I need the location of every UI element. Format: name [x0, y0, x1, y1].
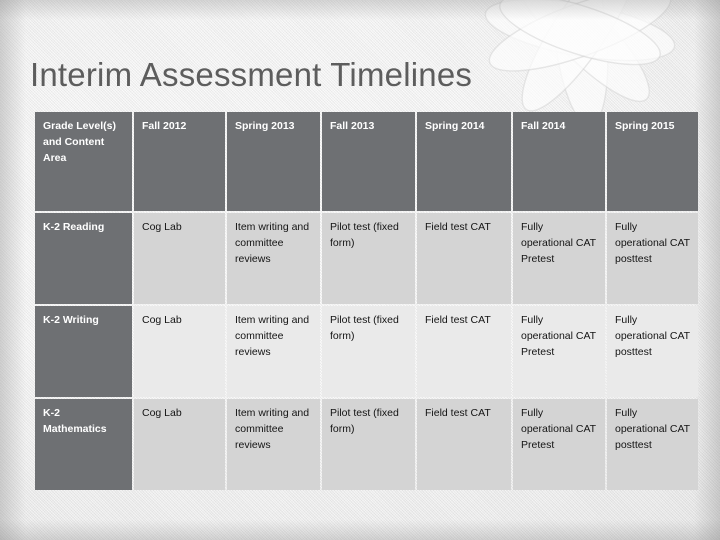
table-cell: Fully operational CAT posttest — [607, 399, 698, 490]
table-cell: Cog Lab — [134, 399, 225, 490]
table-cell: Item writing and committee reviews — [227, 213, 320, 304]
table-cell: Item writing and committee reviews — [227, 306, 320, 397]
column-header-spring-2014: Spring 2014 — [417, 112, 511, 211]
table-row: K-2 Mathematics Cog Lab Item writing and… — [35, 399, 698, 490]
column-header-spring-2015: Spring 2015 — [607, 112, 698, 211]
column-header-grade-level: Grade Level(s) and Content Area — [35, 112, 132, 211]
interim-assessment-timeline-table: Grade Level(s) and Content Area Fall 201… — [33, 110, 700, 492]
table-cell: Pilot test (fixed form) — [322, 399, 415, 490]
table-header: Grade Level(s) and Content Area Fall 201… — [35, 112, 698, 211]
row-header-k2-mathematics: K-2 Mathematics — [35, 399, 132, 490]
row-header-k2-writing: K-2 Writing — [35, 306, 132, 397]
table-body: K-2 Reading Cog Lab Item writing and com… — [35, 213, 698, 490]
table-cell: Cog Lab — [134, 306, 225, 397]
table-cell: Fully operational CAT posttest — [607, 306, 698, 397]
column-header-spring-2013: Spring 2013 — [227, 112, 320, 211]
table-cell: Pilot test (fixed form) — [322, 213, 415, 304]
table-cell: Fully operational CAT Pretest — [513, 399, 605, 490]
table-cell: Field test CAT — [417, 399, 511, 490]
table-row: K-2 Writing Cog Lab Item writing and com… — [35, 306, 698, 397]
row-header-k2-reading: K-2 Reading — [35, 213, 132, 304]
table-cell: Field test CAT — [417, 306, 511, 397]
slide-canvas: Interim Assessment Timelines Grade Level… — [0, 0, 720, 540]
page-title: Interim Assessment Timelines — [30, 56, 473, 93]
table-cell: Fully operational CAT Pretest — [513, 306, 605, 397]
column-header-fall-2013: Fall 2013 — [322, 112, 415, 211]
table-cell: Item writing and committee reviews — [227, 399, 320, 490]
table-cell: Cog Lab — [134, 213, 225, 304]
table-header-row: Grade Level(s) and Content Area Fall 201… — [35, 112, 698, 211]
table-cell: Field test CAT — [417, 213, 511, 304]
table-cell: Fully operational CAT posttest — [607, 213, 698, 304]
table-cell: Fully operational CAT Pretest — [513, 213, 605, 304]
column-header-fall-2012: Fall 2012 — [134, 112, 225, 211]
table-row: K-2 Reading Cog Lab Item writing and com… — [35, 213, 698, 304]
column-header-fall-2014: Fall 2014 — [513, 112, 605, 211]
table-cell: Pilot test (fixed form) — [322, 306, 415, 397]
